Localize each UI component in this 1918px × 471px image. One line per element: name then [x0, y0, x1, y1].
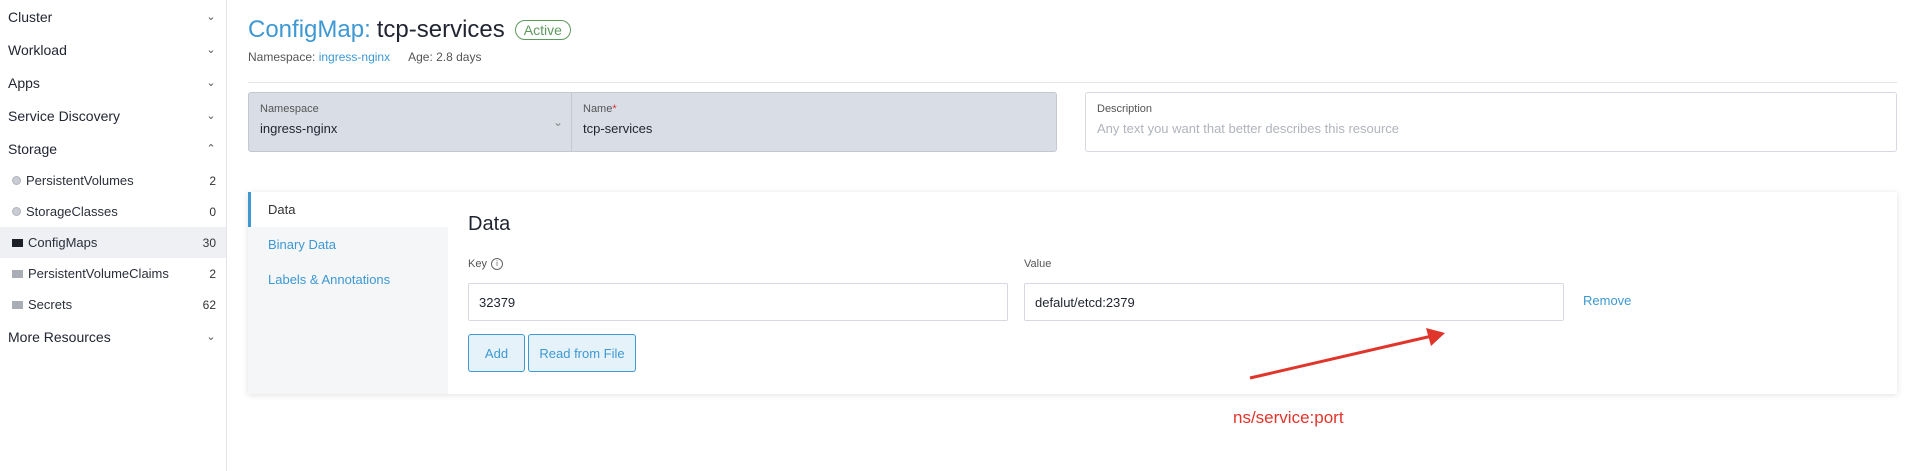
chevron-down-icon: ⌄ [206, 44, 216, 56]
sidebar-item-persistentvolumeclaims[interactable]: PersistentVolumeClaims 2 [0, 258, 226, 289]
nav-group-label: Workload [8, 41, 67, 58]
namespace-meta-label: Namespace: [248, 50, 316, 64]
chevron-down-icon: ⌄ [206, 331, 216, 343]
resource-kind: ConfigMap: [248, 16, 371, 43]
tab-labels-annotations[interactable]: Labels & Annotations [248, 262, 448, 297]
chevron-up-icon: ⌃ [206, 143, 216, 155]
divider [248, 82, 1897, 83]
nav-group-label: Cluster [8, 8, 53, 25]
info-icon[interactable]: i [490, 258, 503, 270]
name-label: Name* [583, 103, 1045, 115]
circle-icon [12, 207, 21, 216]
name-label-text: Name [583, 103, 613, 115]
sidebar-item-label: PersistentVolumes [26, 173, 134, 188]
sidebar-item-secrets[interactable]: Secrets 62 [0, 289, 226, 320]
nav-group-label: More Resources [8, 328, 111, 345]
value-column-label: Value [1024, 258, 1052, 270]
sidebar-item-persistentvolumes[interactable]: PersistentVolumes 2 [0, 165, 226, 196]
namespace-label: Namespace [260, 103, 319, 115]
sidebar-item-label: ConfigMaps [28, 235, 98, 250]
nav-group-apps[interactable]: Apps ⌄ [0, 66, 226, 99]
tab-list: Data Binary Data Labels & Annotations [248, 192, 448, 394]
age-meta: Age: 2.8 days [408, 50, 482, 64]
nav-group-label: Storage [8, 140, 58, 157]
main-content: ConfigMap: tcp-services Active Namespace… [248, 0, 1918, 471]
name-field[interactable]: Name* tcp-services [572, 93, 1056, 151]
namespace-link[interactable]: ingress-nginx [319, 50, 390, 64]
nav-group-workload[interactable]: Workload ⌄ [0, 33, 226, 66]
panel-title: Data [468, 213, 511, 235]
tabbed-card: Data Binary Data Labels & Annotations Da… [248, 192, 1897, 394]
sidebar-item-count: 30 [202, 235, 216, 250]
namespace-meta: Namespace: ingress-nginx [248, 50, 390, 64]
chevron-down-icon: ⌄ [552, 115, 563, 129]
sidebar-item-count: 62 [202, 297, 216, 312]
description-placeholder: Any text you want that better describes … [1097, 121, 1400, 136]
folder-icon [12, 269, 23, 278]
remove-button[interactable]: Remove [1583, 293, 1631, 308]
sidebar-item-count: 2 [209, 266, 216, 281]
sidebar-item-configmaps[interactable]: ConfigMaps 30 [0, 227, 226, 258]
tab-binary-data[interactable]: Binary Data [248, 227, 448, 262]
sidebar-item-count: 0 [209, 204, 216, 219]
sidebar-item-storageclasses[interactable]: StorageClasses 0 [0, 196, 226, 227]
namespace-value: ingress-nginx [260, 121, 338, 136]
folder-icon [12, 300, 23, 309]
nav-group-more-resources[interactable]: More Resources ⌄ [0, 320, 226, 353]
circle-icon [12, 176, 21, 185]
chevron-down-icon: ⌄ [206, 77, 216, 89]
chevron-down-icon: ⌄ [206, 110, 216, 122]
nav-group-service-discovery[interactable]: Service Discovery ⌄ [0, 99, 226, 132]
annotation-text: ns/service:port [1233, 408, 1344, 427]
nav-group-cluster[interactable]: Cluster ⌄ [0, 0, 226, 33]
data-panel: Data Key i Value Remove Add Read from Fi… [448, 192, 1897, 394]
sidebar-item-label: Secrets [28, 297, 73, 312]
add-button[interactable]: Add [468, 334, 525, 372]
key-input[interactable] [468, 283, 1008, 321]
page-title: ConfigMap: tcp-services Active [248, 16, 571, 44]
nav-group-storage[interactable]: Storage ⌃ [0, 132, 226, 165]
status-badge: Active [514, 20, 571, 40]
sidebar-item-label: PersistentVolumeClaims [28, 266, 169, 281]
sidebar-item-label: StorageClasses [26, 204, 118, 219]
namespace-select[interactable]: Namespace ingress-nginx ⌄ [249, 93, 572, 151]
namespace-name-group: Namespace ingress-nginx ⌄ Name* tcp-serv… [248, 92, 1057, 152]
read-from-file-button[interactable]: Read from File [528, 334, 636, 372]
name-value: tcp-services [583, 121, 653, 136]
resource-name: tcp-services [376, 16, 505, 43]
nav-group-label: Apps [8, 74, 40, 91]
value-input[interactable] [1024, 283, 1564, 321]
tab-data[interactable]: Data [248, 192, 448, 227]
sidebar-item-count: 2 [209, 173, 216, 188]
key-column-label: Key i [468, 258, 503, 270]
nav-group-label: Service Discovery [8, 107, 121, 124]
description-label: Description [1097, 103, 1153, 115]
folder-icon [12, 238, 23, 247]
resource-meta: Namespace: ingress-nginx Age: 2.8 days [248, 50, 481, 64]
sidebar: Cluster ⌄ Workload ⌄ Apps ⌄ Service Disc… [0, 0, 227, 471]
required-marker: * [612, 103, 617, 115]
key-label-text: Key [468, 258, 487, 270]
description-field[interactable]: Description Any text you want that bette… [1085, 92, 1897, 152]
chevron-down-icon: ⌄ [206, 11, 216, 23]
annotation-arrow-icon [1249, 328, 1445, 380]
